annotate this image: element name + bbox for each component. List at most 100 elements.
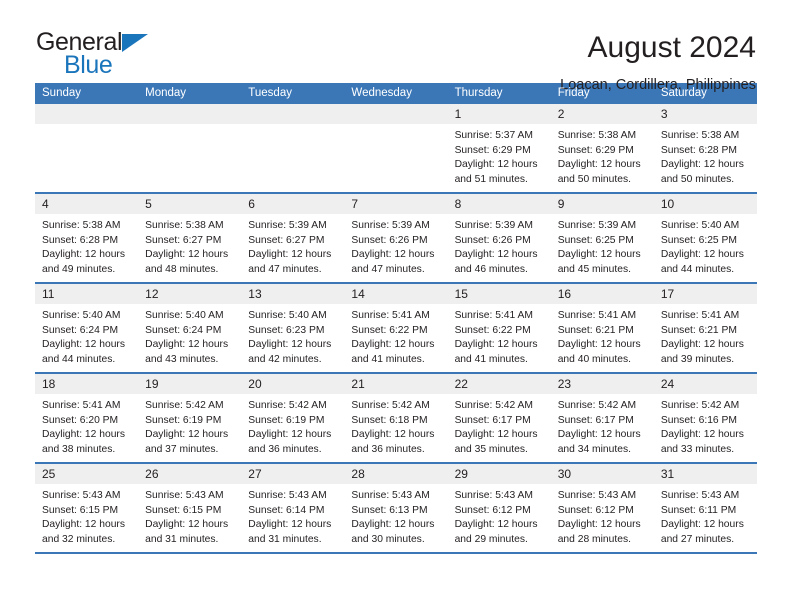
calendar-day-cell[interactable]: 11 Sunrise: 5:40 AM Sunset: 6:24 PM Dayligh… (35, 284, 139, 372)
day-details: Sunrise: 5:38 AM Sunset: 6:29 PM Daylight:… (551, 124, 654, 187)
calendar-day-cell[interactable]: 23 Sunrise: 5:42 AM Sunset: 6:17 PM Dayligh… (550, 374, 654, 462)
day-detail-sunset: Sunset: 6:24 PM (42, 324, 119, 336)
day-detail-sunrise: Sunrise: 5:42 AM (454, 400, 533, 411)
calendar-day-cell[interactable]: 18 Sunrise: 5:41 AM Sunset: 6:20 PM Dayligh… (35, 374, 139, 462)
day-details: Sunrise: 5:43 AM Sunset: 6:15 PM Daylight:… (138, 484, 241, 547)
day-detail-sunset: Sunset: 6:22 PM (351, 324, 428, 336)
day-number (344, 104, 448, 124)
day-detail-daylight2: and 33 minutes. (660, 443, 735, 455)
calendar-day-cell[interactable]: 4 Sunrise: 5:38 AM Sunset: 6:28 PM Daylight… (35, 194, 139, 282)
calendar-day-cell[interactable]: 3 Sunrise: 5:38 AM Sunset: 6:28 PM Daylight… (653, 104, 757, 192)
calendar-day-cell[interactable]: 21 Sunrise: 5:42 AM Sunset: 6:18 PM Dayligh… (344, 374, 448, 462)
day-detail-daylight1: Daylight: 12 hours (351, 429, 435, 441)
day-detail-sunrise: Sunrise: 5:43 AM (42, 490, 121, 501)
calendar-day-cell[interactable]: 10 Sunrise: 5:40 AM Sunset: 6:25 PM Dayligh… (653, 194, 757, 282)
calendar-day-cell[interactable]: 12 Sunrise: 5:40 AM Sunset: 6:24 PM Dayligh… (138, 284, 242, 372)
day-details: Sunrise: 5:38 AM Sunset: 6:28 PM Daylight:… (35, 214, 138, 277)
day-detail-daylight1: Daylight: 12 hours (557, 339, 641, 351)
day-detail-daylight1: Daylight: 12 hours (454, 249, 538, 261)
day-details: Sunrise: 5:43 AM Sunset: 6:15 PM Daylight:… (35, 484, 138, 547)
day-detail-daylight1: Daylight: 12 hours (660, 339, 744, 351)
calendar-day-cell[interactable]: 7 Sunrise: 5:39 AM Sunset: 6:26 PM Daylight… (344, 194, 448, 282)
day-number: 11 (35, 284, 139, 304)
day-detail-sunset: Sunset: 6:25 PM (660, 234, 737, 246)
day-detail-daylight2: and 34 minutes. (557, 443, 631, 455)
calendar-day-cell[interactable]: 6 Sunrise: 5:39 AM Sunset: 6:27 PM Daylight… (241, 194, 345, 282)
day-number: 20 (241, 374, 345, 394)
day-detail-sunset: Sunset: 6:29 PM (557, 144, 634, 156)
day-number: 8 (447, 194, 551, 214)
day-detail-daylight2: and 40 minutes. (557, 353, 631, 365)
day-detail-daylight2: and 37 minutes. (145, 443, 219, 455)
calendar-day-cell[interactable]: 22 Sunrise: 5:42 AM Sunset: 6:17 PM Dayligh… (447, 374, 551, 462)
day-detail-sunset: Sunset: 6:15 PM (42, 504, 119, 516)
day-number: 10 (653, 194, 757, 214)
day-detail-daylight2: and 32 minutes. (42, 533, 116, 545)
day-details: Sunrise: 5:43 AM Sunset: 6:12 PM Daylight:… (448, 484, 551, 547)
calendar-day-cell[interactable]: 24 Sunrise: 5:42 AM Sunset: 6:16 PM Dayligh… (653, 374, 757, 462)
day-detail-sunrise: Sunrise: 5:43 AM (660, 490, 740, 501)
day-detail-daylight1: Daylight: 12 hours (42, 249, 125, 261)
calendar-day-cell[interactable]: 29 Sunrise: 5:43 AM Sunset: 6:12 PM Dayligh… (447, 464, 551, 552)
calendar-day-cell[interactable]: 25 Sunrise: 5:43 AM Sunset: 6:15 PM Dayligh… (35, 464, 139, 552)
calendar-day-cell[interactable]: 14 Sunrise: 5:41 AM Sunset: 6:22 PM Dayligh… (344, 284, 448, 372)
calendar-day-cell[interactable]: 26 Sunrise: 5:43 AM Sunset: 6:15 PM Dayligh… (138, 464, 242, 552)
day-detail-sunset: Sunset: 6:28 PM (660, 144, 737, 156)
day-detail-daylight1: Daylight: 12 hours (145, 429, 229, 441)
day-detail-sunset: Sunset: 6:26 PM (454, 234, 531, 246)
day-detail-sunrise: Sunrise: 5:41 AM (351, 310, 430, 321)
day-detail-sunrise: Sunrise: 5:38 AM (42, 220, 121, 231)
day-number: 15 (447, 284, 551, 304)
day-detail-sunrise: Sunrise: 5:42 AM (351, 400, 430, 411)
calendar-day-cell[interactable]: 16 Sunrise: 5:41 AM Sunset: 6:21 PM Dayligh… (550, 284, 654, 372)
calendar-day-cell[interactable]: 20 Sunrise: 5:42 AM Sunset: 6:19 PM Dayligh… (241, 374, 345, 462)
generalblue-logo[interactable]: General Blue (36, 30, 176, 78)
day-detail-daylight2: and 42 minutes. (248, 353, 322, 365)
day-detail-sunrise: Sunrise: 5:43 AM (145, 490, 224, 501)
calendar-day-cell[interactable]: 27 Sunrise: 5:43 AM Sunset: 6:14 PM Dayligh… (241, 464, 345, 552)
day-number: 19 (138, 374, 242, 394)
day-detail-sunrise: Sunrise: 5:42 AM (248, 400, 327, 411)
calendar-day-cell[interactable]: 5 Sunrise: 5:38 AM Sunset: 6:27 PM Daylight… (138, 194, 242, 282)
day-details: Sunrise: 5:40 AM Sunset: 6:24 PM Daylight:… (35, 304, 138, 367)
calendar-day-cell[interactable]: 28 Sunrise: 5:43 AM Sunset: 6:13 PM Dayligh… (344, 464, 448, 552)
day-detail-sunrise: Sunrise: 5:41 AM (454, 310, 533, 321)
day-detail-daylight2: and 44 minutes. (42, 353, 116, 365)
day-details: Sunrise: 5:41 AM Sunset: 6:22 PM Daylight:… (344, 304, 447, 367)
weekday-header-thursday: Thursday (454, 87, 503, 99)
calendar-day-cell[interactable]: 15 Sunrise: 5:41 AM Sunset: 6:22 PM Dayligh… (447, 284, 551, 372)
day-detail-daylight1: Daylight: 12 hours (660, 249, 744, 261)
day-detail-sunset: Sunset: 6:24 PM (145, 324, 222, 336)
day-detail-sunrise: Sunrise: 5:40 AM (42, 310, 121, 321)
day-detail-daylight1: Daylight: 12 hours (248, 519, 332, 531)
day-detail-sunrise: Sunrise: 5:43 AM (557, 490, 637, 501)
day-details: Sunrise: 5:37 AM Sunset: 6:29 PM Daylight:… (448, 124, 551, 187)
day-detail-daylight1: Daylight: 12 hours (145, 249, 229, 261)
day-detail-sunset: Sunset: 6:17 PM (557, 414, 634, 426)
day-details: Sunrise: 5:41 AM Sunset: 6:21 PM Daylight:… (654, 304, 757, 367)
calendar-week-row: 25 Sunrise: 5:43 AM Sunset: 6:15 PM Dayligh… (35, 464, 757, 554)
day-number: 6 (241, 194, 345, 214)
day-details: Sunrise: 5:42 AM Sunset: 6:19 PM Daylight:… (138, 394, 241, 457)
day-detail-sunset: Sunset: 6:28 PM (42, 234, 119, 246)
logo-text-blue: Blue (64, 51, 113, 79)
calendar-day-cell[interactable]: 8 Sunrise: 5:39 AM Sunset: 6:26 PM Daylight… (447, 194, 551, 282)
day-details: Sunrise: 5:42 AM Sunset: 6:19 PM Daylight:… (241, 394, 344, 457)
day-detail-sunset: Sunset: 6:27 PM (248, 234, 325, 246)
calendar-day-cell[interactable]: 1 Sunrise: 5:37 AM Sunset: 6:29 PM Daylight… (447, 104, 551, 192)
day-detail-daylight1: Daylight: 12 hours (248, 339, 332, 351)
day-detail-daylight1: Daylight: 12 hours (351, 339, 435, 351)
calendar-day-cell-empty (241, 104, 345, 192)
calendar-day-cell[interactable]: 30 Sunrise: 5:43 AM Sunset: 6:12 PM Dayligh… (550, 464, 654, 552)
calendar-day-cell[interactable]: 9 Sunrise: 5:39 AM Sunset: 6:25 PM Daylight… (550, 194, 654, 282)
day-detail-sunrise: Sunrise: 5:40 AM (145, 310, 224, 321)
calendar-day-cell[interactable]: 19 Sunrise: 5:42 AM Sunset: 6:19 PM Dayligh… (138, 374, 242, 462)
calendar-day-cell[interactable]: 31 Sunrise: 5:43 AM Sunset: 6:11 PM Dayligh… (653, 464, 757, 552)
calendar-day-cell[interactable]: 17 Sunrise: 5:41 AM Sunset: 6:21 PM Dayligh… (653, 284, 757, 372)
day-detail-daylight1: Daylight: 12 hours (145, 339, 229, 351)
day-detail-sunrise: Sunrise: 5:41 AM (557, 310, 637, 321)
calendar-day-cell[interactable]: 13 Sunrise: 5:40 AM Sunset: 6:23 PM Dayligh… (241, 284, 345, 372)
calendar-day-cell[interactable]: 2 Sunrise: 5:38 AM Sunset: 6:29 PM Daylight… (550, 104, 654, 192)
day-detail-daylight1: Daylight: 12 hours (660, 429, 744, 441)
day-detail-daylight2: and 39 minutes. (660, 353, 735, 365)
